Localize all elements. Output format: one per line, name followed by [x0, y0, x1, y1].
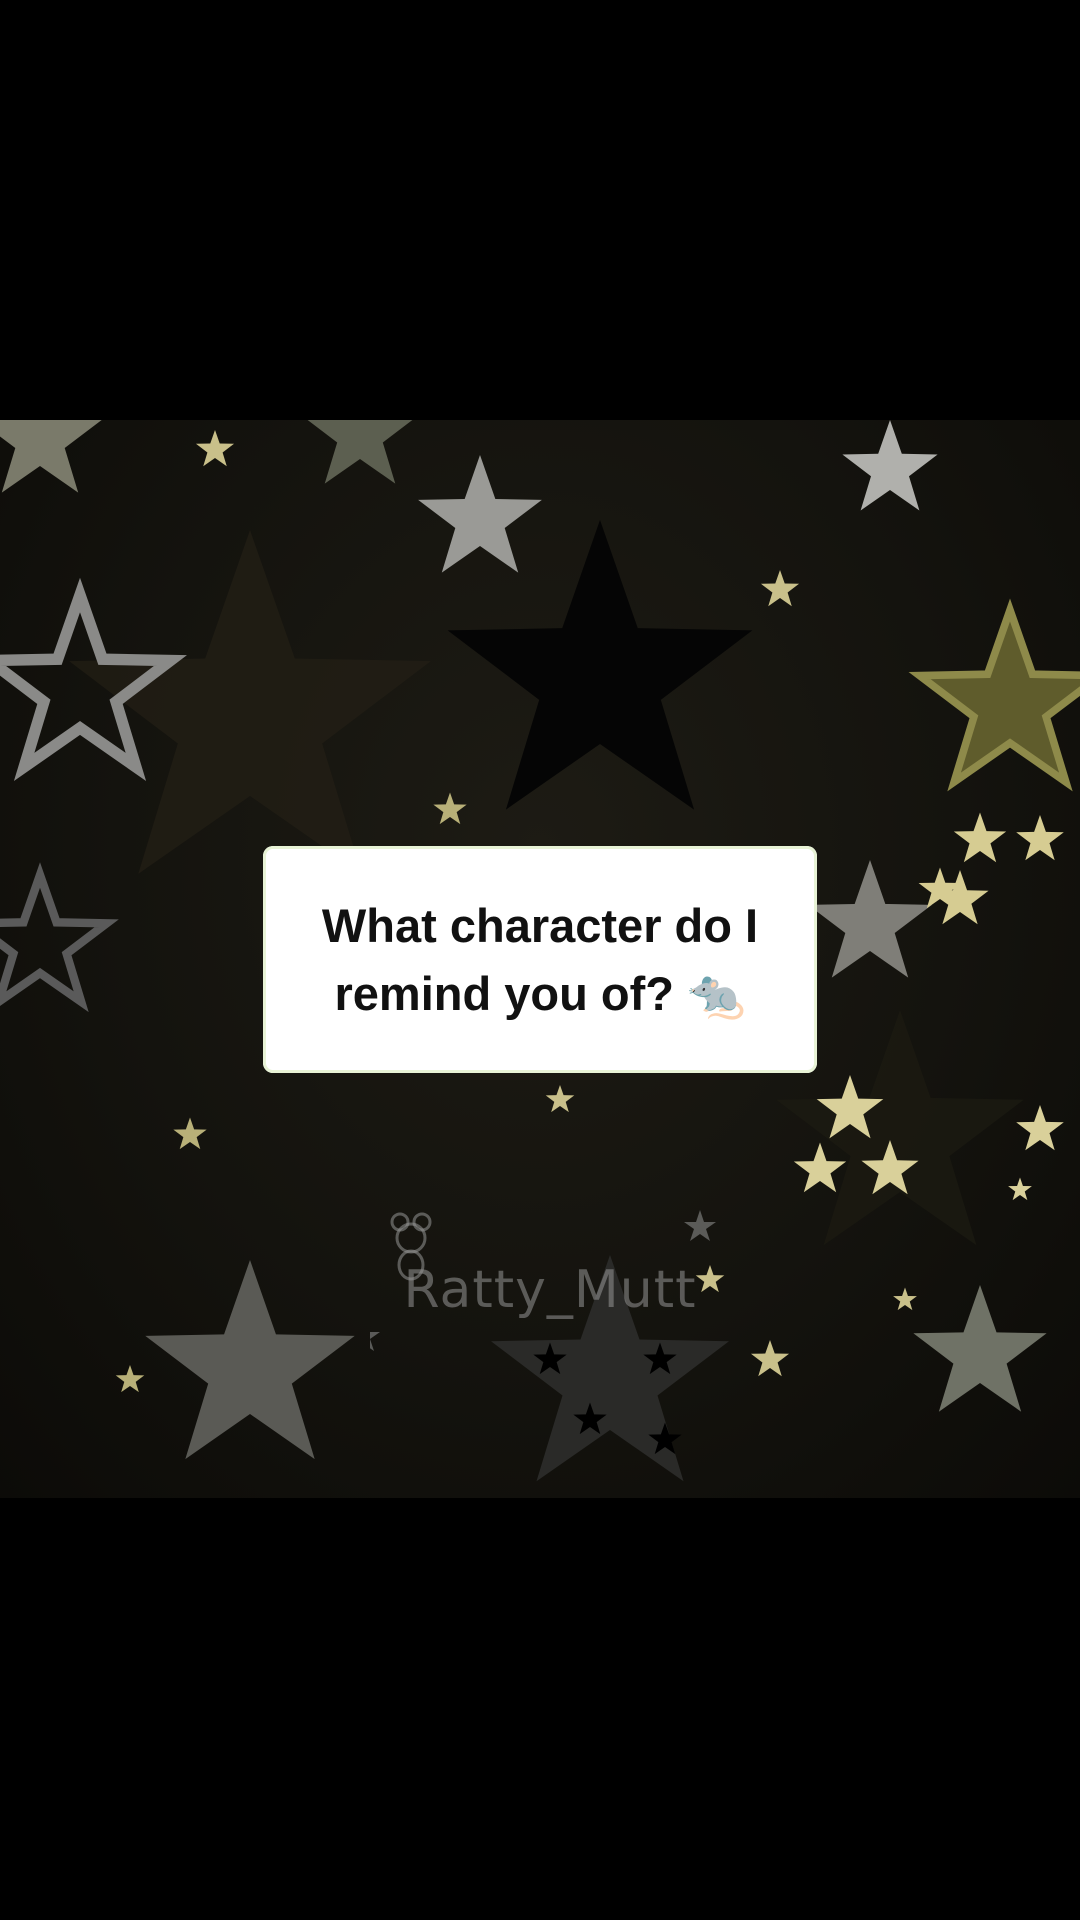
star-icon: [1008, 1177, 1032, 1201]
watermark-username: Ratty_Mutt: [403, 1260, 697, 1320]
star-icon: [920, 610, 1080, 782]
star-icon: [145, 1260, 355, 1460]
star-icon: [0, 595, 170, 767]
question-card[interactable]: What character do I remind you of? 🐀: [263, 846, 817, 1073]
star-icon: [0, 420, 102, 493]
star-icon: [760, 570, 800, 607]
story-view: What character do I remind you of? 🐀 Rat…: [0, 0, 1080, 1920]
watermark: Ratty_Mutt: [348, 1200, 730, 1360]
star-icon: [1016, 815, 1064, 861]
star-icon: [913, 1285, 1047, 1412]
star-icon: [953, 812, 1007, 863]
star-icon: [418, 455, 542, 573]
star-icon: [842, 420, 938, 511]
star-icon: [1016, 1105, 1064, 1151]
star-icon: [195, 430, 235, 467]
star-icon: [447, 520, 753, 810]
star-icon: [173, 1117, 207, 1150]
star-icon: [793, 1142, 847, 1193]
star-icon: [545, 1085, 575, 1113]
star-icon: [0, 875, 107, 1002]
star-icon: [808, 860, 932, 978]
question-text: What character do I remind you of? 🐀: [321, 898, 759, 1020]
star-icon: [115, 1365, 145, 1393]
star-icon: [893, 1287, 917, 1311]
star-icon: [750, 1340, 790, 1377]
star-icon: [433, 792, 467, 825]
star-icon: [302, 420, 418, 484]
